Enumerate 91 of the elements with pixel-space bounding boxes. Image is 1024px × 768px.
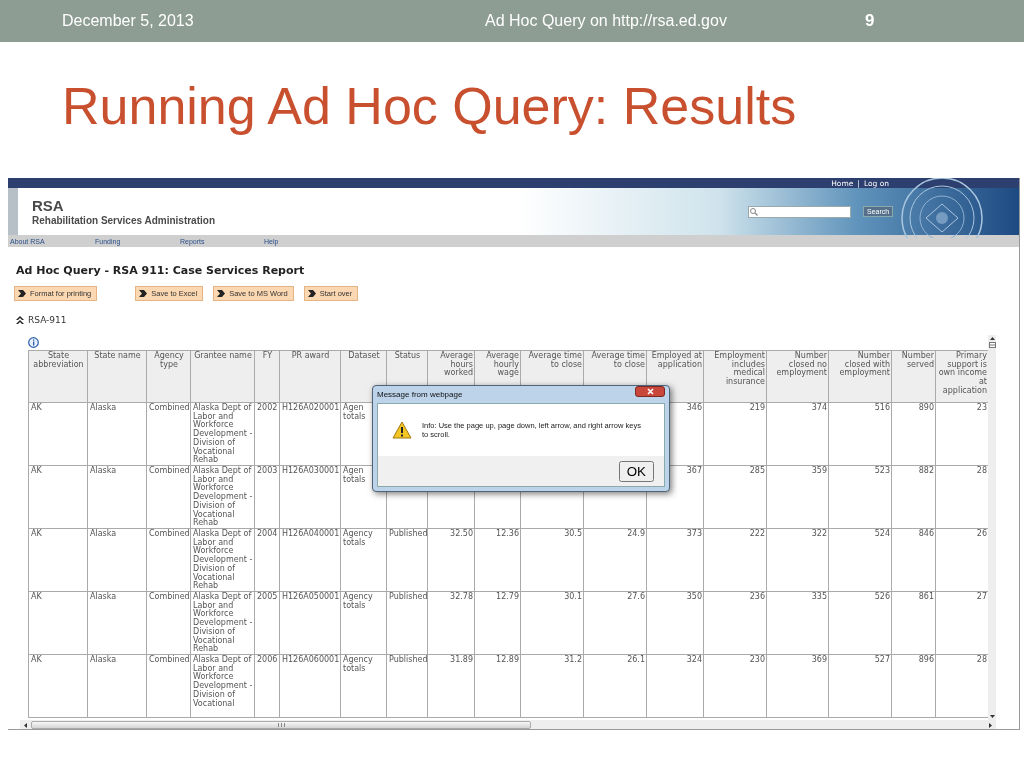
table-cell: 230 (703, 654, 767, 718)
table-cell: Alaska (87, 402, 147, 466)
table-cell: H126A020001 (279, 402, 341, 466)
column-header: Agency type (146, 350, 191, 403)
table-cell: AK (28, 402, 88, 466)
table-cell: 335 (766, 591, 829, 655)
table-cell: 32.50 (427, 528, 475, 592)
table-cell: Published (386, 591, 428, 655)
table-cell: Alaska (87, 465, 147, 529)
table-cell: Combined (146, 654, 191, 718)
table-cell: Alaska Dept of Labor and Workforce Development - Division of Vocational Rehab (190, 465, 255, 529)
table-cell: H126A030001 (279, 465, 341, 529)
table-cell: 882 (891, 465, 936, 529)
table-cell: 31.89 (427, 654, 475, 718)
table-cell: Combined (146, 528, 191, 592)
table-cell: H126A050001 (279, 591, 341, 655)
table-cell: Alaska Dept of Labor and Workforce Development - Division of Vocational Rehab (190, 402, 255, 466)
section-title: RSA-911 (28, 315, 67, 325)
table-cell: 32.78 (427, 591, 475, 655)
slide-header-title: Ad Hoc Query on http://rsa.ed.gov (485, 12, 728, 30)
table-cell: 374 (766, 402, 829, 466)
column-header: PR award (279, 350, 341, 403)
table-cell: Alaska (87, 591, 147, 655)
slide-title: Running Ad Hoc Query: Results (62, 76, 797, 136)
table-cell: AK (28, 465, 88, 529)
column-header: State name (87, 350, 147, 403)
table-cell: 527 (828, 654, 892, 718)
table-cell: 285 (703, 465, 767, 529)
table-cell: 350 (646, 591, 704, 655)
table-cell: 369 (766, 654, 829, 718)
report-heading: Ad Hoc Query - RSA 911: Case Services Report (16, 264, 306, 277)
table-cell: 12.36 (474, 528, 521, 592)
table-cell: 516 (828, 402, 892, 466)
table-cell: 26 (935, 528, 988, 592)
column-header: Employment includes medical insurance (703, 350, 767, 403)
table-cell: AK (28, 654, 88, 718)
slide-date: December 5, 2013 (62, 12, 195, 30)
table-cell: 896 (891, 654, 936, 718)
table-cell: Published (386, 528, 428, 592)
table-cell: 373 (646, 528, 704, 592)
table-cell: H126A040001 (279, 528, 341, 592)
table-cell: Agency totals (340, 591, 387, 655)
column-header: FY (254, 350, 280, 403)
table-cell: Alaska (87, 528, 147, 592)
site-subtitle: Rehabilitation Services Administration (32, 213, 216, 227)
column-header: Primary support is own income at application (935, 350, 988, 403)
table-cell: 31.2 (520, 654, 584, 718)
column-header: Number closed no employment (766, 350, 829, 403)
slide-number: 9 (865, 11, 875, 31)
table-cell: Published (386, 654, 428, 718)
column-header: State abbreviation (28, 350, 88, 403)
table-cell: 30.1 (520, 591, 584, 655)
table-cell: 222 (703, 528, 767, 592)
table-cell: 28 (935, 654, 988, 718)
column-header: Grantee name (190, 350, 255, 403)
table-cell: 846 (891, 528, 936, 592)
table-cell: 24.9 (583, 528, 647, 592)
table-cell: 236 (703, 591, 767, 655)
table-cell: 27 (935, 591, 988, 655)
table-cell: 23 (935, 402, 988, 466)
table-cell: 28 (935, 465, 988, 529)
table-cell: Alaska Dept of Labor and Workforce Development - Division of Vocational (190, 654, 255, 718)
table-cell: 890 (891, 402, 936, 466)
table-cell: 524 (828, 528, 892, 592)
table-cell: 27.6 (583, 591, 647, 655)
column-header: Number closed with employment (828, 350, 892, 403)
table-cell: Combined (146, 465, 191, 529)
table-cell: AK (28, 528, 88, 592)
table-cell: Agency totals (340, 654, 387, 718)
table-cell: H126A060001 (279, 654, 341, 718)
table-cell: 861 (891, 591, 936, 655)
site-logo: RSA (32, 196, 65, 214)
table-cell: 12.79 (474, 591, 521, 655)
table-cell: 12.89 (474, 654, 521, 718)
table-cell: 324 (646, 654, 704, 718)
column-header: Number served (891, 350, 936, 403)
table-cell: 523 (828, 465, 892, 529)
table-cell: 219 (703, 402, 767, 466)
table-cell: 322 (766, 528, 829, 592)
table-cell: Alaska (87, 654, 147, 718)
ok-button[interactable]: OK (618, 460, 654, 482)
table-cell: AK (28, 591, 88, 655)
table-cell: Agency totals (340, 528, 387, 592)
table-cell: Alaska Dept of Labor and Workforce Development - Division of Vocational Rehab (190, 591, 255, 655)
table-cell: 26.1 (583, 654, 647, 718)
table-cell: 30.5 (520, 528, 584, 592)
table-cell: 359 (766, 465, 829, 529)
table-cell: Alaska Dept of Labor and Workforce Development - Division of Vocational Rehab (190, 528, 255, 592)
table-cell: Combined (146, 591, 191, 655)
table-cell: Combined (146, 402, 191, 466)
table-cell: 526 (828, 591, 892, 655)
